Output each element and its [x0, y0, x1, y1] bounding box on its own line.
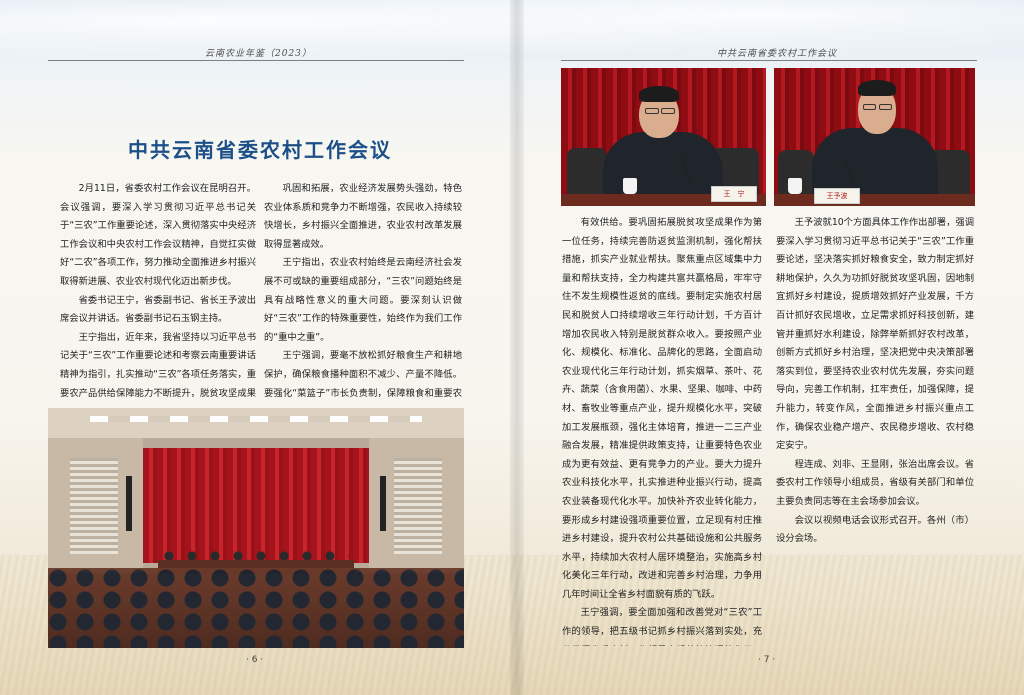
- nameplate: 王予波: [814, 188, 860, 204]
- paragraph: 王宁指出，近年来，我省坚持以习近平总书记关于“三农”工作重要论述和考察云南重要讲…: [60, 331, 256, 399]
- right-column-2: 王予波就10个方面具体工作作出部署，强调要深入学习贯彻习近平总书记关于“三农”工…: [776, 214, 974, 544]
- left-column-2: 巩固和拓展，农业经济发展势头强劲，特色农业体系质和竞争力不断增强，农民收入持续较…: [264, 180, 462, 402]
- hall-ceiling: [48, 408, 464, 438]
- nameplate: 王 宁: [711, 186, 757, 202]
- paragraph: 王宁强调，要全面加强和改善党对“三农”工作的领导，把五级书记抓乡村振兴落到实处，…: [562, 607, 762, 646]
- side-screen-left: [126, 476, 132, 531]
- left-page-number: · 6 ·: [246, 655, 264, 665]
- audience-rows: [48, 568, 464, 648]
- glasses: [661, 108, 675, 114]
- meeting-hall-photo: [48, 408, 464, 648]
- glasses: [879, 104, 892, 110]
- book-gutter: [510, 0, 524, 695]
- paragraph: 王宁指出，农业农村始终是云南经济社会发展不可或缺的重要组成部分，“三农”问题始终…: [264, 257, 462, 343]
- paragraph: 会议以视频电话会议形式召开。各州（市）设分会场。: [776, 514, 974, 545]
- left-header-rule: [48, 60, 464, 61]
- glasses: [863, 104, 876, 110]
- right-page-number: · 7 ·: [758, 655, 776, 665]
- speaker-photo-wang-ning: 王 宁: [561, 68, 766, 206]
- page-spread: 云南农业年鉴（2023） 中共云南省委农村工作会议 中共云南省委农村工作会议 2…: [0, 0, 1024, 695]
- paragraph: 巩固和拓展，农业经济发展势头强劲，特色农业体系质和竞争力不断增强，农民收入持续较…: [264, 183, 462, 250]
- left-column-1: 2月11日，省委农村工作会议在昆明召开。会议强调，要深入学习贯彻习近平总书记关于…: [60, 180, 256, 402]
- desk: [774, 194, 975, 206]
- article-title: 中共云南省委农村工作会议: [128, 138, 392, 162]
- paragraph: 王予波就10个方面具体工作作出部署，强调要深入学习贯彻习近平总书记关于“三农”工…: [776, 217, 974, 452]
- tea-cup: [788, 178, 802, 194]
- right-running-title: 中共云南省委农村工作会议: [717, 49, 838, 59]
- wall-panel-left: [70, 458, 118, 554]
- paragraph: 省委书记王宁，省委副书记、省长王予波出席会议并讲话。省委副书记石玉钢主持。: [60, 294, 256, 325]
- speaker-hair: [639, 86, 679, 102]
- red-curtain: [143, 448, 369, 563]
- wall-panel-right: [394, 458, 442, 554]
- left-running-title: 云南农业年鉴（2023）: [205, 49, 312, 59]
- right-header-rule: [561, 60, 977, 61]
- side-screen-right: [380, 476, 386, 531]
- paragraph: 王宁强调，要毫不放松抓好粮食生产和耕地保护，确保粮食播种面积不减少、产量不降低。…: [264, 350, 462, 399]
- paragraph: 有效供给。要巩固拓展脱贫攻坚成果作为第一位任务，持续完善防返贫监测机制，强化帮扶…: [562, 217, 762, 600]
- paragraph: 程连成、刘非、王显刚，张治出席会议。省委农村工作领导小组成员，省级有关部门和单位…: [776, 458, 974, 507]
- tea-cup: [623, 178, 637, 194]
- glasses: [645, 108, 659, 114]
- speaker-photo-wang-yubo: 王予波: [774, 68, 975, 206]
- paragraph: 2月11日，省委农村工作会议在昆明召开。会议强调，要深入学习贯彻习近平总书记关于…: [60, 183, 256, 287]
- right-column-1: 有效供给。要巩固拓展脱贫攻坚成果作为第一位任务，持续完善防返贫监测机制，强化帮扶…: [562, 214, 762, 646]
- speaker-hair: [858, 80, 896, 96]
